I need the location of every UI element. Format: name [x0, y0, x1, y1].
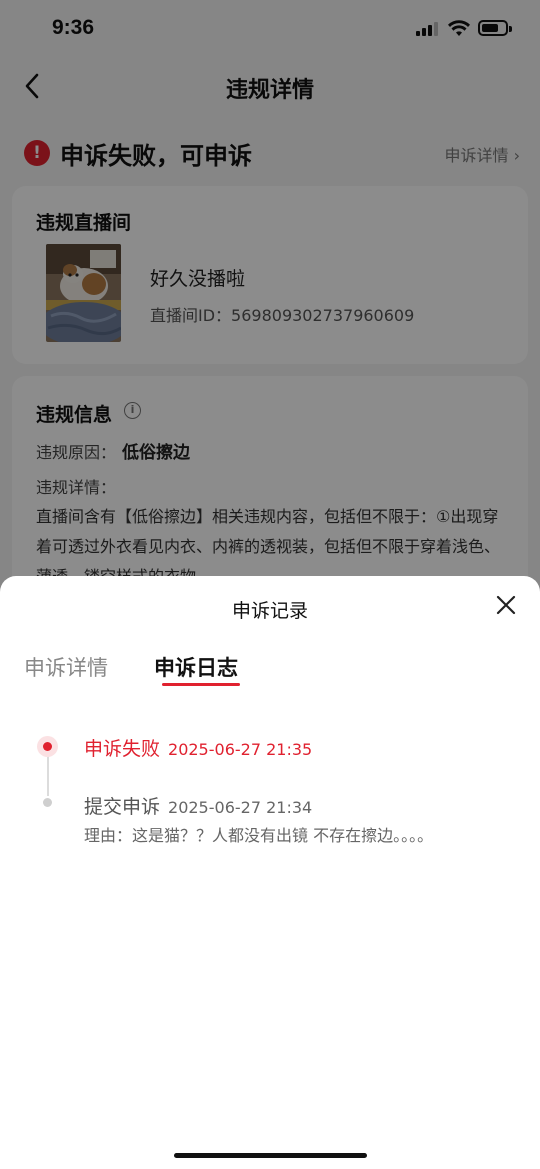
- tab-appeal-details[interactable]: 申诉详情: [24, 652, 108, 682]
- log-entry-submitted: 提交申诉 2025-06-27 21:34: [84, 792, 312, 819]
- log-entry-reason: 理由：这是猫？？人都没有出镜 不存在擦边。。。。: [84, 826, 434, 845]
- appeal-records-sheet: 申诉记录 申诉详情 申诉日志 申诉失败 2025-06-27 21:35 提交申诉…: [0, 576, 540, 1169]
- sheet-title: 申诉记录: [231, 600, 308, 622]
- log-entry-label: 提交申诉: [84, 796, 161, 818]
- log-entry-date: 2025-06-27 21:34: [168, 798, 313, 817]
- timeline-dot-active: [37, 736, 58, 757]
- tab-appeal-logs[interactable]: 申诉日志: [154, 652, 238, 682]
- log-entry-failed: 申诉失败 2025-06-27 21:35: [84, 734, 312, 761]
- log-entry-date: 2025-06-27 21:35: [168, 740, 313, 759]
- active-tab-underline: [162, 683, 240, 686]
- timeline-dot: [43, 798, 52, 807]
- home-indicator[interactable]: [174, 1153, 367, 1158]
- close-icon[interactable]: [494, 593, 518, 617]
- log-entry-label: 申诉失败: [84, 738, 161, 760]
